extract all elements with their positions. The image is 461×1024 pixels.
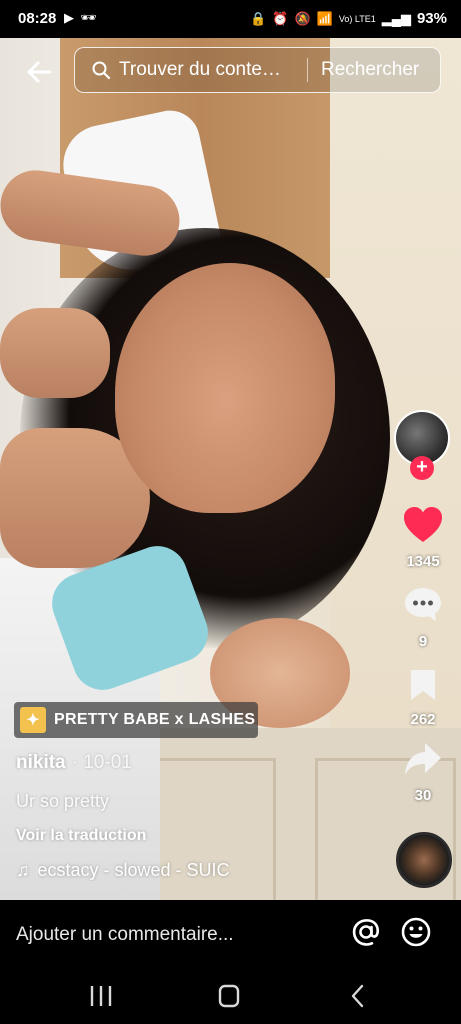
music-disc[interactable] [396, 832, 452, 888]
heart-icon[interactable] [403, 506, 443, 544]
bookmark-button[interactable]: 262 [392, 668, 454, 728]
search-input[interactable]: Trouver du conte… [119, 59, 299, 81]
follow-button[interactable]: + [410, 456, 434, 480]
comment-input[interactable]: Ajouter un commentaire... [16, 924, 234, 946]
post-author[interactable]: nikita · 10-01 [16, 752, 376, 774]
signal-icon: ▂▄▆ [381, 10, 411, 26]
face [115, 263, 335, 513]
back-arrow-icon[interactable] [24, 56, 56, 88]
post-description: Ur so pretty [16, 791, 110, 811]
music-note-icon: ♫ [16, 860, 30, 880]
network-label: Vo) LTE1 [338, 13, 376, 24]
share-button[interactable]: 30 [392, 740, 454, 804]
at-icon[interactable] [350, 916, 382, 948]
see-translation-link[interactable]: Voir la traduction [16, 827, 376, 845]
creator-avatar-button[interactable]: + [394, 410, 450, 480]
effect-label: PRETTY BABE x LASHES [54, 711, 256, 728]
status-time: 08:28 [18, 10, 57, 27]
recent-apps-icon[interactable] [86, 982, 116, 1010]
lock-icon: 🔒 [250, 10, 267, 26]
top-bar: Trouver du conte… Rechercher [0, 46, 461, 96]
bookmark-icon[interactable] [407, 668, 439, 702]
back-icon[interactable] [343, 982, 373, 1010]
status-left-icons: ▶ 🕶 [64, 10, 97, 26]
bookmark-count: 262 [410, 711, 436, 728]
media-icon: ▶ [64, 10, 74, 25]
battery-level: 93% [416, 10, 447, 27]
post-date: · 10-01 [71, 752, 132, 773]
comment-button[interactable]: 9 [392, 586, 454, 650]
search-icon [92, 61, 111, 80]
like-count: 1345 [406, 553, 440, 570]
arm-lower [0, 308, 110, 398]
alarm-icon: ⏰ [272, 10, 289, 26]
search-button[interactable]: Rechercher [321, 59, 419, 81]
search-bar[interactable]: Trouver du conte… Rechercher [74, 47, 441, 93]
effect-chip[interactable]: ✦ PRETTY BABE x LASHES [14, 702, 258, 738]
effect-icon: ✦ [20, 707, 46, 733]
comment-bar: Ajouter un commentaire... [0, 900, 461, 970]
music-title[interactable]: ecstacy - slowed - SUIC [38, 860, 243, 881]
username[interactable]: nikita [16, 752, 66, 773]
like-button[interactable]: 1345 [392, 506, 454, 570]
status-right-icons: 🔒 ⏰ 🔕 📶 Vo) LTE1 ▂▄▆ 93% [250, 10, 447, 27]
wifi-icon: 📶 [316, 10, 333, 26]
emoji-icon[interactable] [400, 916, 432, 948]
search-divider [307, 58, 308, 82]
mute-icon: 🔕 [294, 10, 311, 26]
share-count: 30 [414, 787, 432, 804]
share-icon[interactable] [403, 740, 443, 778]
system-nav-bar [0, 970, 461, 1024]
home-icon[interactable] [214, 982, 244, 1010]
comment-count: 9 [418, 633, 428, 650]
comment-icon[interactable] [403, 586, 443, 624]
music-info[interactable]: ♫ ecstacy - slowed - SUIC [16, 860, 376, 881]
incognito-icon: 🕶 [80, 10, 97, 25]
status-bar: 08:28 ▶ 🕶 🔒 ⏰ 🔕 📶 Vo) LTE1 ▂▄▆ 93% [0, 0, 461, 38]
